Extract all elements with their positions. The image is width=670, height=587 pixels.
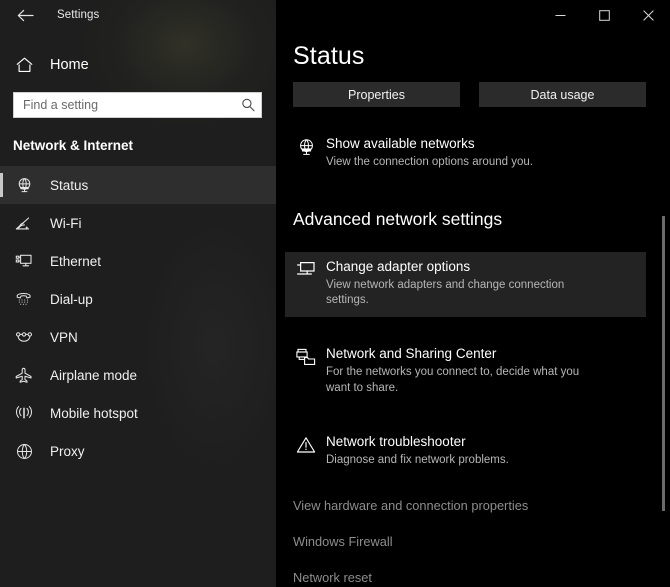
dialup-icon: [13, 289, 35, 309]
change-adapter-text: Change adapter options View network adap…: [326, 259, 638, 310]
search-input[interactable]: [23, 93, 241, 117]
status-globe-icon: [13, 175, 35, 195]
link-view-hardware-properties[interactable]: View hardware and connection properties: [293, 498, 646, 513]
link-windows-firewall[interactable]: Windows Firewall: [293, 534, 646, 549]
show-networks-title: Show available networks: [326, 136, 475, 151]
sidebar-item-vpn[interactable]: VPN: [0, 318, 276, 356]
minimize-icon[interactable]: [538, 0, 582, 30]
scrollbar[interactable]: [659, 30, 668, 587]
change-adapter-title: Change adapter options: [326, 258, 471, 274]
advanced-network-settings-heading: Advanced network settings: [293, 208, 503, 229]
network-sharing-title: Network and Sharing Center: [326, 346, 497, 362]
show-available-networks-item[interactable]: Show available networks View the connect…: [285, 129, 646, 179]
settings-window: Settings Home Network & Internet: [0, 0, 670, 587]
network-troubleshooter-item[interactable]: Network troubleshooter Diagnose and fix …: [285, 427, 646, 477]
back-icon[interactable]: [12, 4, 38, 26]
sidebar-item-proxy[interactable]: Proxy: [0, 432, 276, 470]
sidebar-item-status[interactable]: Status: [0, 166, 276, 204]
status-page: Status Properties Data usage Show availa…: [276, 0, 670, 587]
network-sharing-center-item[interactable]: Network and Sharing Center For the netwo…: [285, 339, 646, 405]
selection-indicator: [0, 173, 3, 197]
sidebar-item-home[interactable]: Home: [0, 48, 276, 82]
wifi-icon: [13, 213, 35, 233]
ethernet-icon: [13, 251, 35, 271]
home-icon: [13, 55, 35, 75]
sidebar-nav: Status Wi-Fi Ethernet Dial-up VPN Airpla…: [0, 166, 276, 470]
sidebar-item-status-label: Status: [50, 177, 89, 193]
sidebar-item-ethernet[interactable]: Ethernet: [0, 242, 276, 280]
sidebar-item-wi-fi-label: Wi-Fi: [50, 215, 82, 231]
close-icon[interactable]: [626, 0, 670, 30]
search-box[interactable]: [13, 92, 262, 118]
network-sharing-text: Network and Sharing Center For the netwo…: [326, 346, 638, 397]
action-button-row: Properties Data usage: [293, 82, 646, 107]
monitor-adapter-icon: [293, 259, 319, 310]
sidebar-section-title: Network & Internet: [13, 138, 134, 153]
network-troubleshooter-title: Network troubleshooter: [326, 433, 466, 449]
sharing-center-icon: [293, 346, 319, 397]
sidebar-item-proxy-label: Proxy: [50, 443, 85, 459]
change-adapter-subtitle: View network adapters and change connect…: [326, 278, 565, 307]
sidebar-item-ethernet-label: Ethernet: [50, 253, 102, 269]
vpn-icon: [13, 327, 35, 347]
sidebar: Settings Home Network & Internet: [0, 0, 276, 587]
network-troubleshooter-text: Network troubleshooter Diagnose and fix …: [326, 434, 638, 469]
maximize-icon[interactable]: [582, 0, 626, 30]
airplane-icon: [13, 365, 35, 385]
sidebar-item-vpn-label: VPN: [50, 329, 78, 345]
sidebar-item-dial-up[interactable]: Dial-up: [0, 280, 276, 318]
sidebar-item-home-label: Home: [50, 57, 89, 73]
properties-button[interactable]: Properties: [293, 82, 460, 107]
proxy-globe-icon: [13, 441, 35, 461]
change-adapter-options-item[interactable]: Change adapter options View network adap…: [285, 251, 646, 318]
app-title: Settings: [57, 9, 100, 21]
sidebar-item-mobile-hotspot-label: Mobile hotspot: [50, 405, 138, 421]
sidebar-item-mobile-hotspot[interactable]: Mobile hotspot: [0, 394, 276, 432]
scrollbar-thumb[interactable]: [662, 216, 665, 511]
hotspot-icon: [13, 403, 35, 423]
search-icon[interactable]: [241, 98, 255, 112]
sidebar-item-airplane-mode[interactable]: Airplane mode: [0, 356, 276, 394]
network-sharing-subtitle: For the networks you connect to, decide …: [326, 366, 580, 395]
link-network-reset[interactable]: Network reset: [293, 570, 646, 585]
window-controls: [538, 0, 670, 30]
sidebar-item-wi-fi[interactable]: Wi-Fi: [0, 204, 276, 242]
data-usage-button[interactable]: Data usage: [479, 82, 646, 107]
page-title: Status: [293, 42, 365, 70]
show-networks-globe-icon: [293, 136, 319, 171]
show-networks-text: Show available networks View the connect…: [326, 136, 638, 171]
sidebar-item-airplane-mode-label: Airplane mode: [50, 367, 138, 383]
titlebar-left: Settings: [0, 0, 276, 30]
show-networks-subtitle: View the connection options around you.: [326, 155, 533, 168]
main-content: Status Properties Data usage Show availa…: [276, 0, 670, 587]
sidebar-item-dial-up-label: Dial-up: [50, 291, 93, 307]
network-troubleshooter-subtitle: Diagnose and fix network problems.: [326, 453, 509, 466]
warning-triangle-icon: [293, 434, 319, 469]
